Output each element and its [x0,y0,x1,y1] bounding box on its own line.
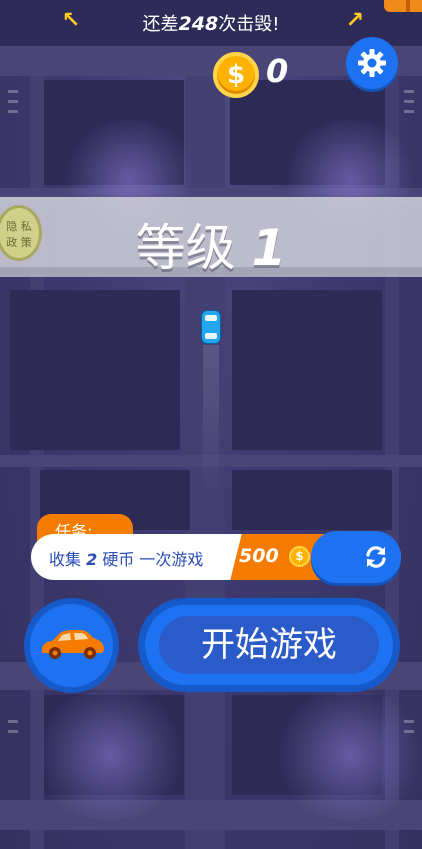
mission-reward: 500 [239,545,279,567]
car-trail [203,345,219,495]
garage-button[interactable] [24,598,119,693]
level-label: 等级 [135,219,236,277]
top-bar: ↖ 还差248次击毁! ↗ [0,0,422,46]
level-title: 等级 1 [0,208,422,280]
start-game-button[interactable]: 开始游戏 [138,598,400,692]
arrow-up-right-icon: ↗ [345,8,365,33]
privacy-line-2: 政 策 [6,236,32,249]
privacy-line-1: 隐 私 [6,220,32,233]
coin-count: 0 [266,52,289,90]
goal-prefix: 还差 [142,14,179,35]
refresh-mission-button[interactable] [311,531,401,583]
start-game-label: 开始游戏 [201,625,337,665]
refresh-icon [366,546,386,568]
shop-corner-icon[interactable] [384,0,422,12]
mission-prefix: 收集 [49,550,82,569]
goal-remaining-count: 248 [178,13,219,35]
coin-icon: $ [213,52,259,98]
mission-suffix: 硬币 一次游戏 [102,550,204,569]
level-number: 1 [251,219,287,277]
car-icon [42,630,104,659]
gear-icon [358,49,386,77]
settings-button[interactable] [346,37,398,89]
mission-description: 收集 2 硬币 一次游戏 [49,546,203,570]
goal-suffix: 次击毁! [218,14,280,35]
reward-coin-icon: $ [289,546,310,567]
mission-goal: 2 [86,550,98,569]
player-car [202,311,220,343]
